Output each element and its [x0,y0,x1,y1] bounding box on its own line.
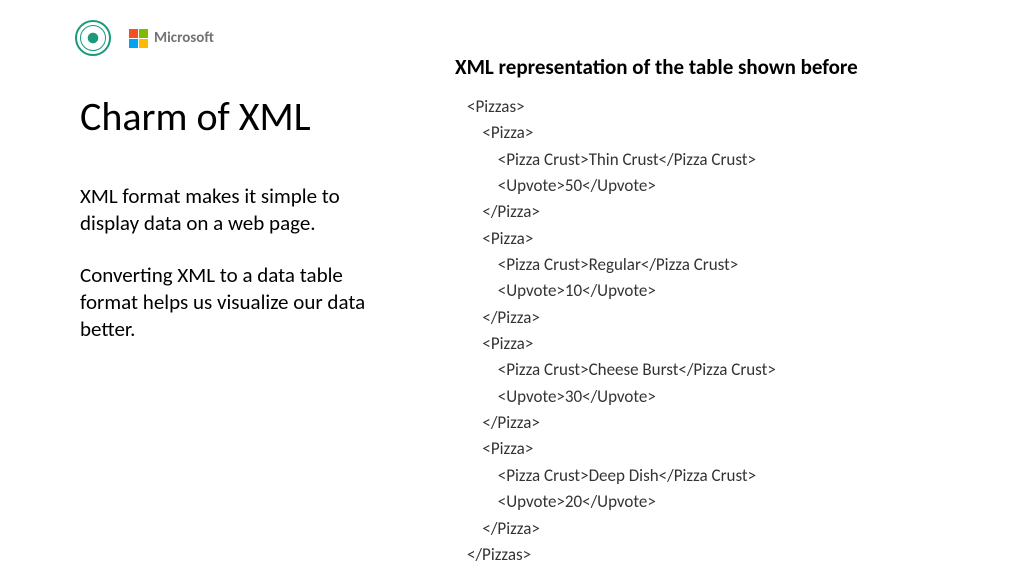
right-column: XML representation of the table shown be… [455,54,975,568]
xml-heading: XML representation of the table shown be… [455,54,975,80]
microsoft-squares-icon [129,29,148,48]
paragraph-1: XML format makes it simple to display da… [80,183,400,238]
microsoft-label: Microsoft [154,29,214,47]
slide-title: Charm of XML [80,92,400,141]
logo-bar: Microsoft [75,20,214,56]
left-column: Charm of XML XML format makes it simple … [80,92,400,367]
institution-logo-icon [75,20,111,56]
body-text: XML format makes it simple to display da… [80,183,400,343]
xml-code-block: <Pizzas> <Pizza> <Pizza Crust>Thin Crust… [455,94,975,568]
microsoft-logo: Microsoft [129,29,214,48]
paragraph-2: Converting XML to a data table format he… [80,262,400,344]
